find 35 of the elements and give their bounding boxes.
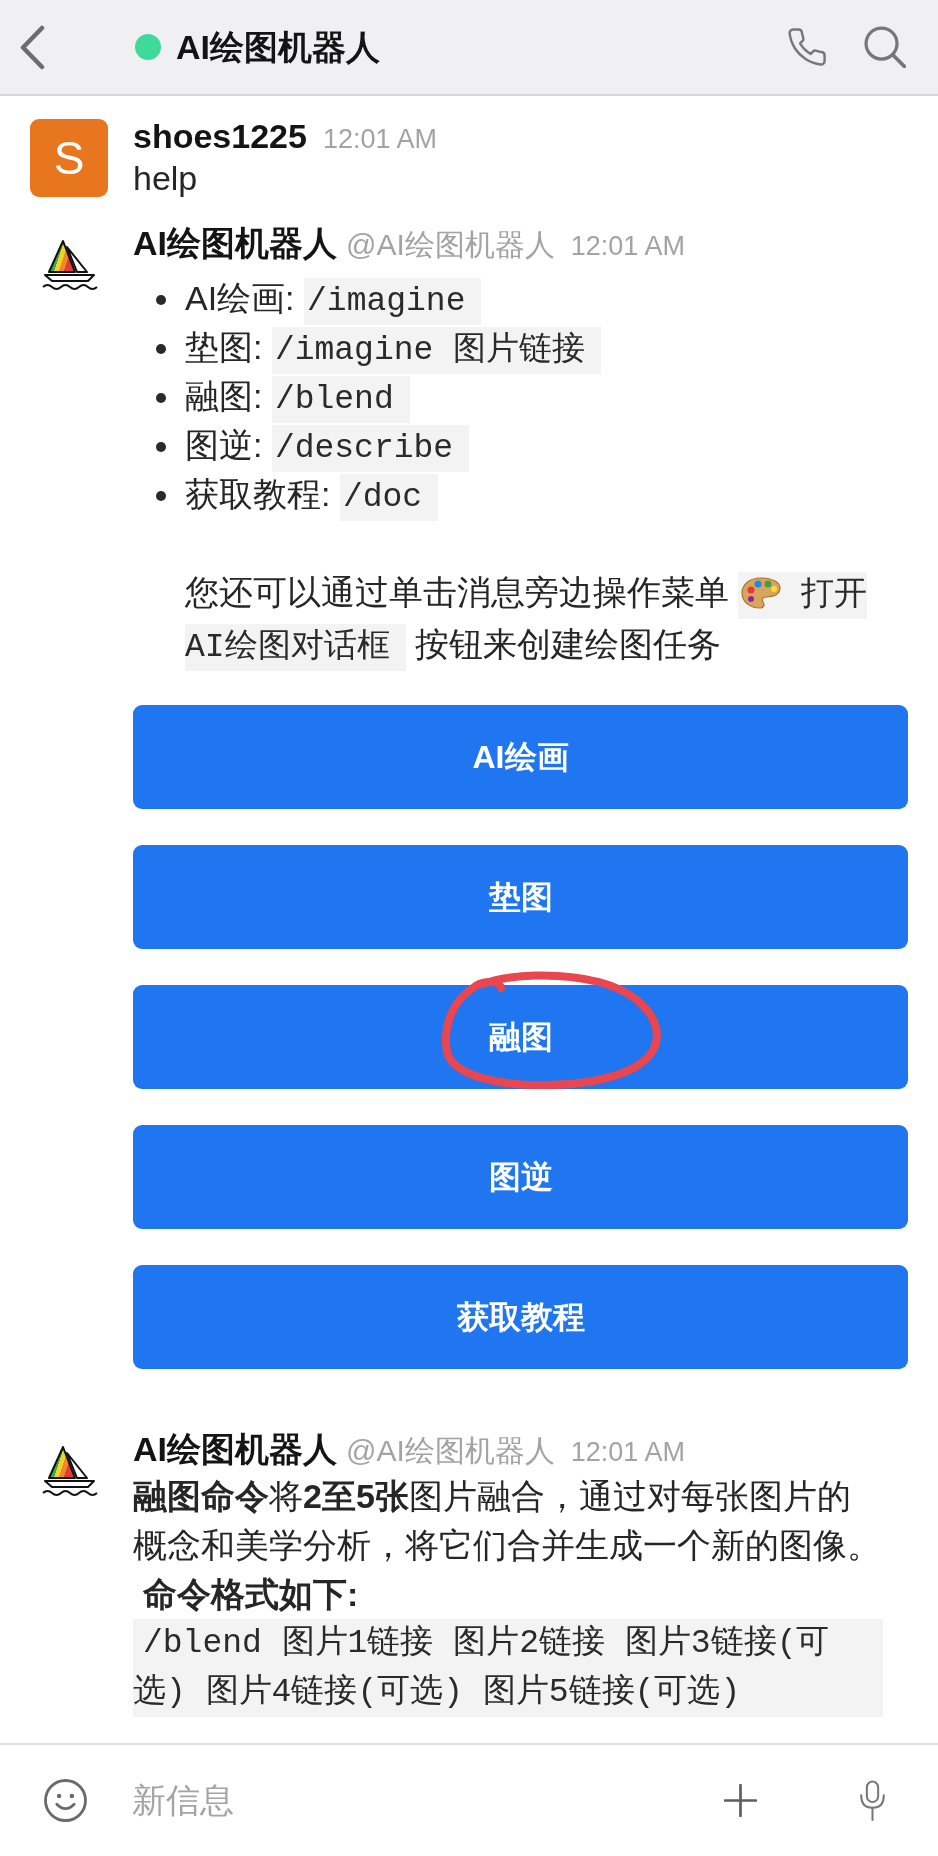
palette-icon [741, 576, 782, 610]
chat-title: AI绘图机器人 [176, 27, 380, 68]
author-name[interactable]: AI绘图机器人 [133, 223, 337, 263]
code-snippet: /blend 图片1链接 图片2链接 图片3链接(可选) 图片4链接(可选) 图片5链接(可选) [133, 1619, 883, 1717]
author-handle: @AI绘图机器人 [346, 1433, 555, 1469]
action-button[interactable]: 图逆 [133, 1125, 908, 1229]
bullet-icon [156, 343, 166, 354]
author-name[interactable]: AI绘图机器人 [133, 1429, 337, 1469]
section-heading: 命令格式如下: [142, 1574, 360, 1615]
user-avatar: S [30, 119, 108, 197]
message-text: help [133, 158, 199, 199]
message-input[interactable]: 新信息 [132, 1775, 704, 1826]
action-button[interactable]: 垫图 [133, 845, 908, 949]
sailboat-icon [42, 1445, 100, 1497]
message-time: 12:01 AM [570, 230, 685, 263]
microphone-icon[interactable] [858, 1780, 887, 1821]
emoji-icon[interactable] [44, 1779, 87, 1822]
search-icon[interactable] [864, 26, 906, 68]
author-name[interactable]: shoes1225 [133, 116, 307, 156]
back-icon[interactable] [18, 24, 46, 70]
action-button[interactable]: AI绘画 [133, 705, 908, 809]
bullet-icon [156, 441, 166, 452]
sailboat-icon [42, 239, 100, 291]
message-time: 12:01 AM [322, 123, 437, 156]
plus-icon[interactable] [724, 1784, 757, 1817]
bullet-icon [156, 392, 166, 403]
action-button[interactable]: 融图 [133, 985, 908, 1089]
message-text: 融图命令将2至5张图片融合，通过对每张图片的概念和美学分析，将它们合并生成一个新的图像。 [133, 1476, 882, 1566]
message-time: 12:01 AM [570, 1436, 685, 1469]
bullet-icon [156, 490, 166, 501]
author-handle: @AI绘图机器人 [346, 227, 555, 263]
action-button[interactable]: 获取教程 [133, 1265, 908, 1369]
bullet-icon [156, 294, 166, 305]
phone-icon[interactable] [788, 28, 826, 66]
command-text: 获取教程: /doc [185, 469, 439, 522]
